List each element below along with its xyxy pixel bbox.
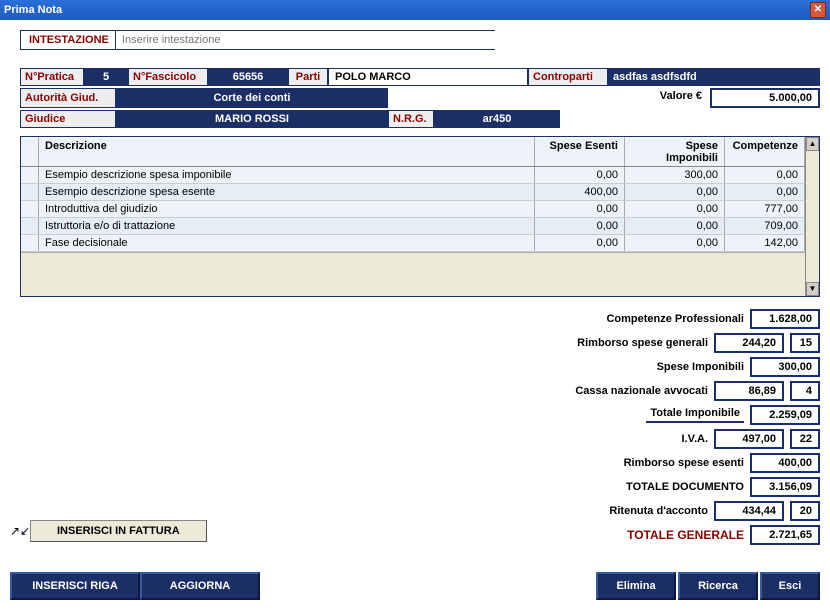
competenze-prof-value[interactable] [750, 309, 820, 329]
valore-input[interactable] [710, 88, 820, 108]
inserisci-riga-button[interactable]: INSERISCI RIGA [10, 572, 140, 600]
nfascicolo-value[interactable]: 65656 [208, 68, 288, 86]
parti-value[interactable]: POLO MARCO [328, 68, 528, 86]
esci-button[interactable]: Esci [760, 572, 820, 600]
inserisci-fattura-button[interactable]: INSERISCI IN FATTURA [30, 520, 207, 542]
controparti-label: Controparti [528, 68, 608, 86]
nrg-label: N.R.G. [388, 110, 434, 128]
grid-header-competenze[interactable]: Competenze [725, 137, 805, 166]
autorita-label: Autorità Giud. [20, 88, 116, 108]
ritenuta-pct[interactable] [790, 501, 820, 521]
totale-documento-label: TOTALE DOCUMENTO [626, 481, 744, 493]
totale-imponibile-value[interactable] [750, 405, 820, 425]
table-row[interactable]: Esempio descrizione spesa esente 400,00 … [21, 184, 805, 201]
intestazione-input[interactable] [116, 31, 496, 49]
rimborso-generali-pct[interactable] [790, 333, 820, 353]
giudice-value[interactable]: MARIO ROSSI [116, 110, 388, 128]
close-icon[interactable]: ✕ [810, 2, 826, 18]
transfer-icon: ↗↙ [10, 524, 30, 538]
ricerca-button[interactable]: Ricerca [678, 572, 758, 600]
totale-generale-label: TOTALE GENERALE [627, 528, 744, 542]
ritenuta-label: Ritenuta d'acconto [609, 505, 708, 517]
autorita-value[interactable]: Corte dei conti [116, 88, 388, 108]
rimborso-generali-value[interactable] [714, 333, 784, 353]
inserisci-fattura-row: ↗↙ INSERISCI IN FATTURA [10, 520, 207, 542]
ritenuta-value[interactable] [714, 501, 784, 521]
grid-header-spese-esenti[interactable]: Spese Esenti [535, 137, 625, 166]
table-row[interactable]: Istruttoria e/o di trattazione 0,00 0,00… [21, 218, 805, 235]
table-row[interactable]: Esempio descrizione spesa imponibile 0,0… [21, 167, 805, 184]
totale-generale-value[interactable] [750, 525, 820, 545]
grid-header-descrizione[interactable]: Descrizione [39, 137, 535, 166]
window-title: Prima Nota [4, 4, 810, 16]
scroll-down-icon[interactable]: ▼ [806, 282, 819, 296]
intestazione-row: INTESTAZIONE [20, 30, 495, 50]
grid-header-spese-imponibili[interactable]: Spese Imponibili [625, 137, 725, 166]
grid-header-select [21, 137, 39, 166]
npratica-label: N°Pratica [20, 68, 84, 86]
rimborso-generali-label: Rimborso spese generali [577, 337, 708, 349]
cassa-avvocati-value[interactable] [714, 381, 784, 401]
elimina-button[interactable]: Elimina [596, 572, 676, 600]
competenze-prof-label: Competenze Professionali [606, 313, 744, 325]
rimborso-esenti-value[interactable] [750, 453, 820, 473]
spese-imponibili-label: Spese Imponibili [657, 361, 744, 373]
valore-label: Valore € [652, 88, 710, 108]
nfascicolo-label: N°Fascicolo [128, 68, 208, 86]
totale-imponibile-label: Totale Imponibile [646, 407, 744, 423]
totals-panel: Competenze Professionali Rimborso spese … [20, 309, 820, 545]
npratica-value[interactable]: 5 [84, 68, 128, 86]
totale-documento-value[interactable] [750, 477, 820, 497]
rimborso-esenti-label: Rimborso spese esenti [624, 457, 744, 469]
iva-value[interactable] [714, 429, 784, 449]
table-row[interactable]: Fase decisionale 0,00 0,00 142,00 [21, 235, 805, 252]
grid: Descrizione Spese Esenti Spese Imponibil… [20, 136, 820, 297]
grid-scrollbar[interactable]: ▲ ▼ [805, 137, 819, 296]
grid-empty-area [21, 252, 805, 296]
cassa-avvocati-pct[interactable] [790, 381, 820, 401]
controparti-value[interactable]: asdfas asdfsdfd [608, 68, 820, 86]
scroll-up-icon[interactable]: ▲ [806, 137, 819, 151]
aggiorna-button[interactable]: AGGIORNA [140, 572, 260, 600]
intestazione-label: INTESTAZIONE [21, 31, 116, 49]
parti-label: Parti [288, 68, 328, 86]
iva-label: I.V.A. [682, 433, 709, 445]
cassa-avvocati-label: Cassa nazionale avvocati [575, 385, 708, 397]
title-bar: Prima Nota ✕ [0, 0, 830, 20]
iva-pct[interactable] [790, 429, 820, 449]
nrg-value[interactable]: ar450 [434, 110, 560, 128]
giudice-label: Giudice [20, 110, 116, 128]
table-row[interactable]: Introduttiva del giudizio 0,00 0,00 777,… [21, 201, 805, 218]
spese-imponibili-value[interactable] [750, 357, 820, 377]
